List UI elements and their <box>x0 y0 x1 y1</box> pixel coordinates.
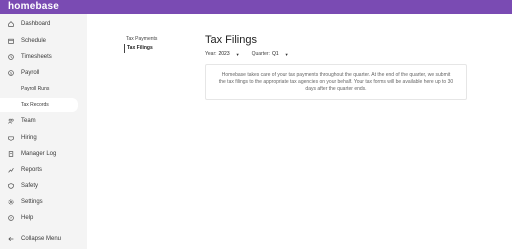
sidebar-item-team[interactable]: Team <box>0 114 87 128</box>
sidebar-item-label: Hiring <box>21 135 37 141</box>
sidebar-item-label: Safety <box>21 183 39 189</box>
sidebar-item-safety[interactable]: Safety <box>0 179 87 193</box>
help-icon: ? <box>8 215 14 221</box>
sidebar-item-label: Reports <box>21 167 43 173</box>
info-text: Homebase takes care of your tax payments… <box>218 71 454 92</box>
sidebar-item-help[interactable]: ? Help <box>0 211 87 225</box>
home-icon <box>8 21 14 27</box>
sidebar-item-label: Help <box>21 215 34 221</box>
year-select[interactable]: Year: 2023 ▼ <box>205 51 240 57</box>
brand-logo[interactable]: homebase <box>8 1 59 12</box>
sidebar-item-schedule[interactable]: Schedule <box>0 34 87 48</box>
dollar-icon: $ <box>8 70 14 76</box>
book-icon <box>8 151 14 157</box>
sidebar: Dashboard Schedule Timesheets $ Payroll … <box>0 14 87 249</box>
sidebar-item-label: Timesheets <box>21 54 52 60</box>
calendar-icon <box>8 38 14 44</box>
sidebar-item-dashboard[interactable]: Dashboard <box>0 17 87 31</box>
sidebar-item-reports[interactable]: Reports <box>0 163 87 177</box>
sidebar-item-hiring[interactable]: Hiring <box>0 131 87 145</box>
sidebar-item-label: Payroll <box>21 70 40 76</box>
chevron-down-icon: ▼ <box>284 51 289 57</box>
chart-icon <box>8 167 14 173</box>
sidebar-item-label: Team <box>21 118 36 124</box>
sidebar-item-label: Manager Log <box>21 151 57 157</box>
sidebar-item-payroll-runs[interactable]: Payroll Runs <box>0 82 87 96</box>
sidebar-item-tax-records[interactable]: Tax Records <box>0 98 78 112</box>
sidebar-item-label: Schedule <box>21 38 47 44</box>
tax-records-subnav: Tax Payments Tax Filings <box>124 35 157 53</box>
chevron-down-icon: ▼ <box>235 51 240 57</box>
collapse-menu-button[interactable]: Collapse Menu <box>0 232 87 246</box>
shield-icon <box>8 183 14 189</box>
filters-row: Year: 2023 ▼ Quarter: Q1 ▼ <box>205 51 301 57</box>
sidebar-item-label: Tax Records <box>21 102 49 108</box>
subnav-item-tax-filings[interactable]: Tax Filings <box>124 44 157 53</box>
sidebar-item-label: Settings <box>21 199 43 205</box>
arrow-left-icon <box>8 236 14 242</box>
tax-filings-info: Homebase takes care of your tax payments… <box>205 64 467 100</box>
page-title: Tax Filings <box>205 34 257 46</box>
sidebar-item-label: Dashboard <box>21 21 51 27</box>
quarter-value: Q1 <box>271 51 279 57</box>
sidebar-item-settings[interactable]: Settings <box>0 195 87 209</box>
svg-text:?: ? <box>10 216 12 220</box>
sidebar-item-timesheets[interactable]: Timesheets <box>0 50 87 64</box>
sidebar-item-label: Payroll Runs <box>21 86 50 92</box>
team-icon <box>8 118 14 124</box>
sidebar-item-manager-log[interactable]: Manager Log <box>0 147 87 161</box>
quarter-select[interactable]: Quarter: Q1 ▼ <box>252 51 289 57</box>
clock-icon <box>8 54 14 60</box>
year-label: Year: <box>205 51 217 57</box>
gear-icon <box>8 199 14 205</box>
quarter-label: Quarter: <box>251 51 270 57</box>
hiring-icon <box>8 135 14 141</box>
top-bar: homebase <box>0 0 512 14</box>
sidebar-item-payroll[interactable]: $ Payroll <box>0 66 87 80</box>
collapse-menu-label: Collapse Menu <box>21 236 62 242</box>
subnav-item-tax-payments[interactable]: Tax Payments <box>124 35 157 44</box>
year-value: 2023 <box>218 51 230 57</box>
svg-text:$: $ <box>10 71 12 75</box>
